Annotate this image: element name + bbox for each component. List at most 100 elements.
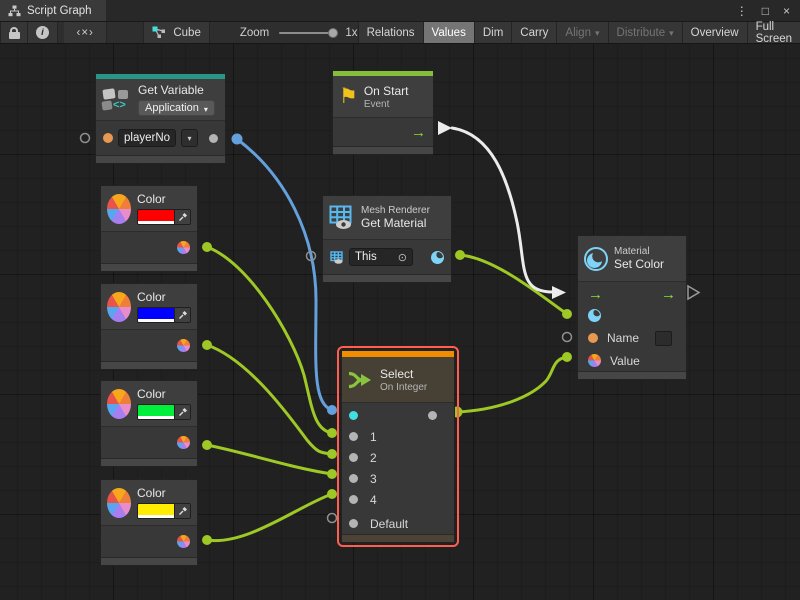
node-color-green[interactable]: Color <box>100 380 198 467</box>
flow-out-triangle[interactable] <box>438 121 452 135</box>
target-field[interactable]: This ⊙ <box>349 248 413 266</box>
option-default-port[interactable] <box>349 519 358 528</box>
wire-color2-to-select-2[interactable] <box>207 345 332 454</box>
selector-input-port[interactable] <box>349 411 358 420</box>
flow-output-port[interactable]: → <box>661 287 676 302</box>
flow-output-port[interactable]: → <box>411 125 426 140</box>
color-output-port[interactable] <box>177 241 190 254</box>
kebab-menu-icon[interactable]: ⋮ <box>736 4 748 18</box>
graph-canvas[interactable]: <> Get Variable Application ▾ playerNo ▾ <box>0 44 800 600</box>
wire-end-dot <box>562 352 572 362</box>
full-screen-button[interactable]: Full Screen <box>747 22 800 43</box>
node-on-start[interactable]: ⚑ On Start Event → <box>332 70 434 155</box>
toggle-relations[interactable]: Relations <box>358 22 423 43</box>
node-get-variable[interactable]: <> Get Variable Application ▾ playerNo ▾ <box>95 73 226 164</box>
graph-owner-label: Cube <box>173 27 201 39</box>
flow-in-triangle[interactable] <box>552 286 566 299</box>
material-output-port[interactable] <box>431 251 444 264</box>
eyedropper-icon[interactable] <box>174 504 190 518</box>
color-wheel-icon <box>107 389 131 419</box>
flow-out-empty-triangle[interactable] <box>688 286 699 299</box>
select-merge-icon <box>348 370 374 390</box>
lock-button[interactable] <box>0 22 28 43</box>
lock-icon <box>10 27 18 32</box>
info-icon: i <box>36 26 49 39</box>
option-row: 2 <box>342 447 454 468</box>
tab-bar: Script Graph ⋮ □ × <box>0 0 800 22</box>
eyedropper-icon[interactable] <box>174 405 190 419</box>
info-button[interactable]: i <box>28 22 58 43</box>
variable-name-dropdown[interactable]: ▾ <box>181 129 198 147</box>
chevron-down-icon: ▾ <box>669 28 674 39</box>
material-input-port[interactable] <box>588 309 601 322</box>
value-input-port[interactable] <box>588 354 601 367</box>
port-variable-name-input[interactable] <box>103 133 113 143</box>
node-title: Color <box>137 387 191 401</box>
node-subtitle: On Integer <box>380 382 427 393</box>
node-footer <box>96 155 225 163</box>
color-output-port[interactable] <box>177 339 190 352</box>
toggle-values[interactable]: Values <box>423 22 474 43</box>
node-color-red[interactable]: Color <box>100 185 198 272</box>
flow-input-port[interactable]: → <box>588 287 603 302</box>
color-wheel-icon <box>107 488 131 518</box>
eyedropper-icon[interactable] <box>174 308 190 322</box>
name-input-port[interactable] <box>588 333 598 343</box>
color-output-port[interactable] <box>177 535 190 548</box>
node-color-blue[interactable]: Color <box>100 283 198 370</box>
variable-kind-dropdown[interactable]: Application ▾ <box>138 100 215 116</box>
option-3-port[interactable] <box>349 474 358 483</box>
material-row <box>578 305 686 326</box>
wire-end-dot <box>327 405 337 415</box>
variable-name-field[interactable]: playerNo <box>118 129 176 147</box>
zoom-value: 1x <box>345 22 357 43</box>
port-value-output[interactable] <box>209 134 218 143</box>
node-set-color[interactable]: Material Set Color → → Name <box>577 235 687 380</box>
zoom-slider[interactable] <box>279 22 338 43</box>
color-swatch[interactable] <box>137 307 191 323</box>
close-icon[interactable]: × <box>783 4 790 18</box>
node-get-material[interactable]: Mesh Renderer Get Material This ⊙ <box>322 195 452 283</box>
node-title: Color <box>137 290 191 304</box>
color-swatch[interactable] <box>137 503 191 519</box>
name-field[interactable] <box>655 331 672 346</box>
script-graph-window: Script Graph ⋮ □ × i ‹×› Cube Zoom 1x <box>0 0 800 600</box>
node-title: Get Variable <box>138 83 215 97</box>
distribute-menu-button[interactable]: Distribute▾ <box>608 22 682 43</box>
tab-script-graph[interactable]: Script Graph <box>0 0 106 21</box>
renderer-input-port[interactable] <box>330 251 344 264</box>
option-2-port[interactable] <box>349 453 358 462</box>
node-select-on-integer[interactable]: Select On Integer 1 2 <box>341 350 455 543</box>
option-1-port[interactable] <box>349 432 358 441</box>
graph-breadcrumb-button[interactable]: ‹×› <box>64 22 107 43</box>
node-title: Get Material <box>361 216 430 230</box>
graph-owner-button[interactable]: Cube <box>143 22 210 43</box>
breadcrumb-icon: ‹×› <box>76 27 93 39</box>
mesh-renderer-icon <box>329 205 355 230</box>
node-color-yellow[interactable]: Color <box>100 479 198 566</box>
selection-output-port[interactable] <box>428 411 437 420</box>
wire-getmaterial-to-setcolor[interactable] <box>460 255 567 314</box>
wire-playerno-to-select[interactable] <box>237 139 332 410</box>
wire-color4-to-select-4[interactable] <box>207 494 332 541</box>
wire-end-dot <box>202 340 212 350</box>
eyedropper-icon[interactable] <box>174 210 190 224</box>
wire-select-to-value[interactable] <box>457 357 567 412</box>
zoom-slider-handle[interactable] <box>328 28 338 38</box>
color-swatch[interactable] <box>137 404 191 420</box>
chevron-down-icon: ▾ <box>204 105 208 114</box>
wire-color3-to-select-3[interactable] <box>207 445 332 474</box>
node-title: Select <box>380 367 427 381</box>
option-row: 4 <box>342 489 454 510</box>
overview-button[interactable]: Overview <box>682 22 747 43</box>
tab-title: Script Graph <box>27 5 92 17</box>
align-menu-button[interactable]: Align▾ <box>556 22 607 43</box>
color-output-port[interactable] <box>177 436 190 449</box>
toggle-carry[interactable]: Carry <box>511 22 556 43</box>
wire-onstart-to-setcolor[interactable] <box>452 128 553 292</box>
option-4-port[interactable] <box>349 495 358 504</box>
color-wheel-icon <box>107 292 131 322</box>
maximize-icon[interactable]: □ <box>762 4 769 18</box>
color-swatch[interactable] <box>137 209 191 225</box>
toggle-dim[interactable]: Dim <box>474 22 511 43</box>
